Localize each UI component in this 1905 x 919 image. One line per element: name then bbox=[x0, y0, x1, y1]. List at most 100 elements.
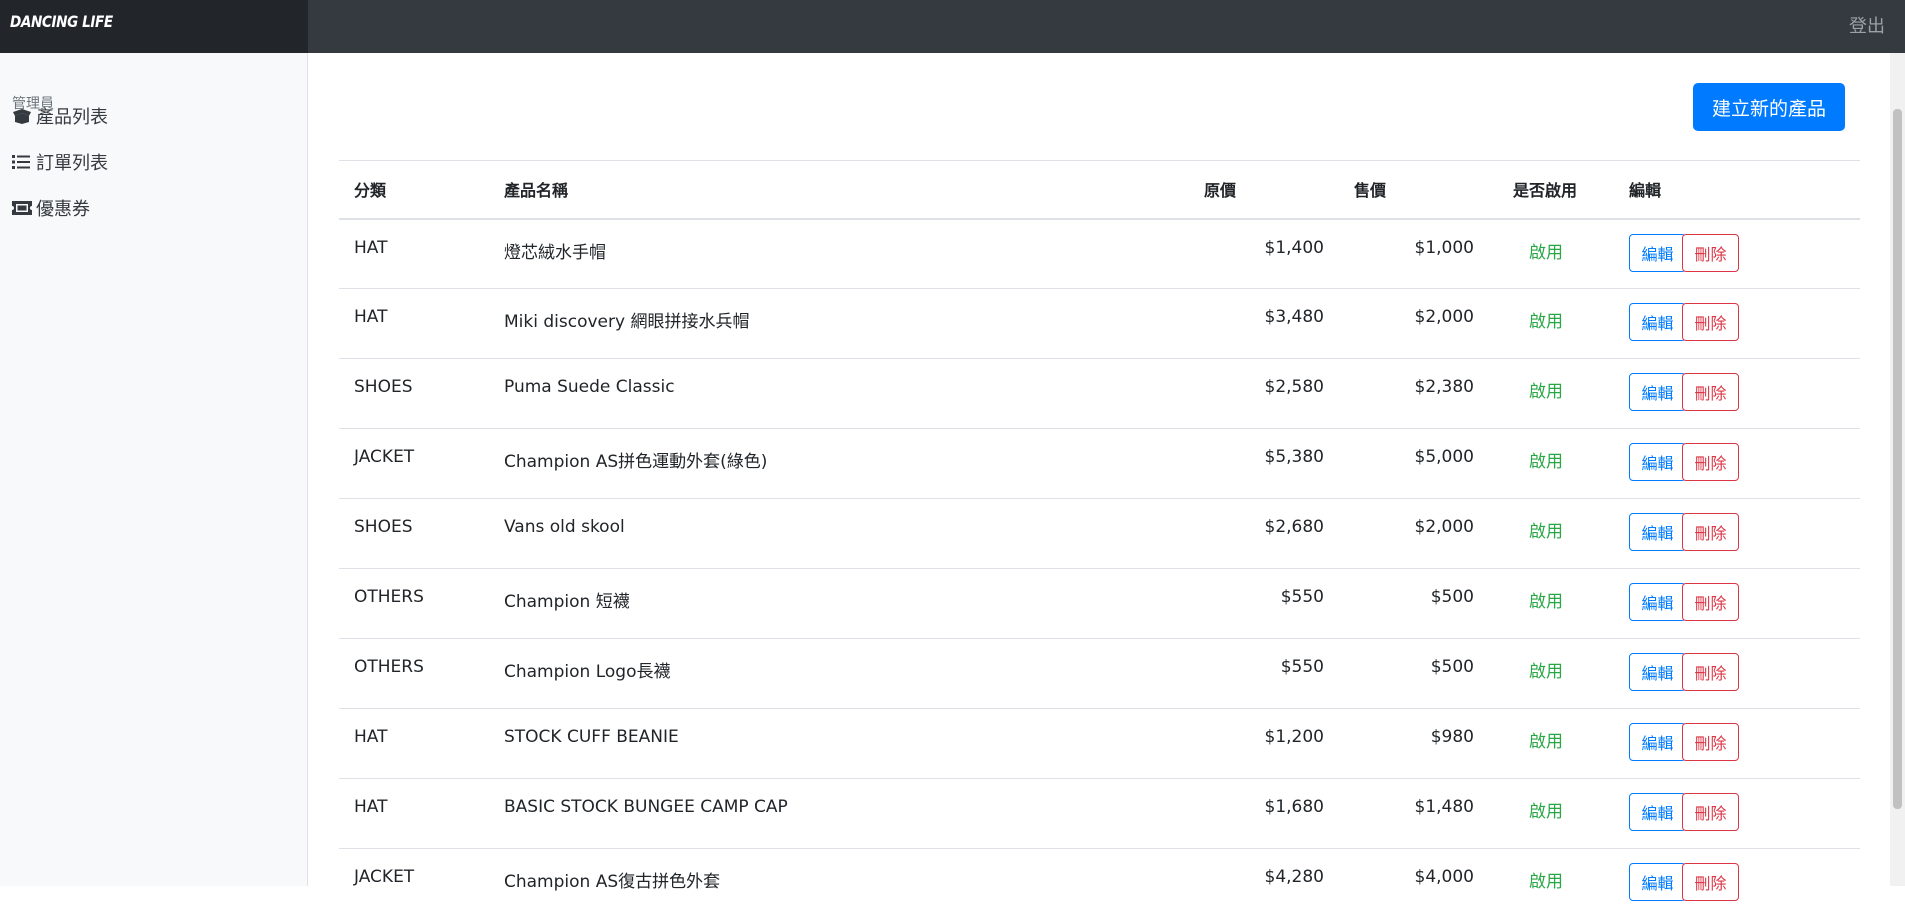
cell-price: $1,000 bbox=[1339, 218, 1489, 289]
table-row: HAT BASIC STOCK BUNGEE CAMP CAP $1,680 $1,4… bbox=[339, 778, 1860, 849]
table-row: OTHERS Champion 短襪 $550 $500 啟用 編輯 刪除 bbox=[339, 568, 1860, 639]
cell-product-name: Champion AS拼色運動外套(綠色) bbox=[489, 428, 1189, 499]
edit-button[interactable]: 編輯 bbox=[1629, 653, 1686, 691]
cell-category: HAT bbox=[339, 288, 489, 359]
sidebar-item-label: 產品列表 bbox=[36, 107, 108, 128]
scrollbar[interactable] bbox=[1890, 53, 1905, 886]
cell-price: $500 bbox=[1339, 568, 1489, 639]
cell-price: $5,000 bbox=[1339, 428, 1489, 499]
cell-actions: 編輯 刪除 bbox=[1614, 498, 1860, 569]
delete-button[interactable]: 刪除 bbox=[1682, 653, 1739, 691]
table-row: HAT 燈芯絨水手帽 $1,400 $1,000 啟用 編輯 刪除 bbox=[339, 218, 1860, 289]
delete-button[interactable]: 刪除 bbox=[1682, 513, 1739, 551]
edit-button[interactable]: 編輯 bbox=[1629, 443, 1686, 481]
scrollbar-thumb[interactable] bbox=[1893, 109, 1902, 809]
cell-status: 啟用 bbox=[1489, 638, 1614, 709]
cell-actions: 編輯 刪除 bbox=[1614, 358, 1860, 429]
delete-button[interactable]: 刪除 bbox=[1682, 583, 1739, 621]
create-product-button[interactable]: 建立新的產品 bbox=[1693, 83, 1845, 131]
cell-price: $4,000 bbox=[1339, 848, 1489, 919]
cell-actions: 編輯 刪除 bbox=[1614, 778, 1860, 849]
table-row: SHOES Puma Suede Classic $2,580 $2,380 啟用 編輯刪… bbox=[339, 358, 1860, 429]
products-table: 分類 產品名稱 原價 售價 是否啟用 編輯 HAT 燈芯絨水手帽 $1,400 $1,… bbox=[339, 160, 1860, 919]
cell-actions: 編輯 刪除 bbox=[1614, 638, 1860, 709]
cell-category: HAT bbox=[339, 778, 489, 849]
cell-origin-price: $550 bbox=[1189, 568, 1339, 639]
cell-price: $1,480 bbox=[1339, 778, 1489, 849]
edit-button[interactable]: 編輯 bbox=[1629, 583, 1686, 621]
cell-category: JACKET bbox=[339, 848, 489, 919]
sidebar-item-label: 優惠券 bbox=[36, 199, 90, 220]
column-header-name: 產品名稱 bbox=[489, 160, 1189, 220]
delete-button[interactable]: 刪除 bbox=[1682, 793, 1739, 831]
navbar-main: 登出 bbox=[308, 0, 1905, 53]
table-row: JACKET Champion AS拼色運動外套(綠色) $5,380 $5,000 啟… bbox=[339, 428, 1860, 499]
cell-category: HAT bbox=[339, 218, 489, 289]
cell-status: 啟用 bbox=[1489, 568, 1614, 639]
sidebar-item-label: 訂單列表 bbox=[36, 153, 108, 174]
cell-actions: 編輯 刪除 bbox=[1614, 848, 1860, 919]
edit-button[interactable]: 編輯 bbox=[1629, 723, 1686, 761]
cell-status: 啟用 bbox=[1489, 778, 1614, 849]
cell-status: 啟用 bbox=[1489, 498, 1614, 569]
edit-button[interactable]: 編輯 bbox=[1629, 863, 1686, 901]
cell-product-name: STOCK CUFF BEANIE bbox=[489, 708, 1189, 779]
cell-origin-price: $2,580 bbox=[1189, 358, 1339, 429]
cell-actions: 編輯 刪除 bbox=[1614, 218, 1860, 289]
edit-button[interactable]: 編輯 bbox=[1629, 793, 1686, 831]
cell-status: 啟用 bbox=[1489, 288, 1614, 359]
cell-product-name: Puma Suede Classic bbox=[489, 358, 1189, 429]
edit-button[interactable]: 編輯 bbox=[1629, 513, 1686, 551]
cell-product-name: Champion AS復古拼色外套 bbox=[489, 848, 1189, 919]
cell-actions: 編輯 刪除 bbox=[1614, 708, 1860, 779]
main-content: 建立新的產品 分類 產品名稱 原價 售價 是否啟用 編輯 HAT 燈芯絨水手帽 $1… bbox=[309, 53, 1890, 919]
edit-button[interactable]: 編輯 bbox=[1629, 233, 1686, 272]
sidebar-item-coupons[interactable]: 優惠券 bbox=[12, 195, 90, 221]
delete-button[interactable]: 刪除 bbox=[1682, 233, 1739, 272]
table-row: OTHERS Champion Logo長襪 $550 $500 啟用 編輯 刪除 bbox=[339, 638, 1860, 709]
cell-product-name: Miki discovery 網眼拼接水兵帽 bbox=[489, 288, 1189, 359]
logout-link[interactable]: 登出 bbox=[1849, 12, 1885, 38]
cell-product-name: BASIC STOCK BUNGEE CAMP CAP bbox=[489, 778, 1189, 849]
cell-status: 啟用 bbox=[1489, 848, 1614, 919]
edit-button[interactable]: 編輯 bbox=[1629, 303, 1686, 341]
table-header-row: 分類 產品名稱 原價 售價 是否啟用 編輯 bbox=[339, 160, 1860, 220]
brand-logo[interactable]: DANCING LIFE bbox=[10, 12, 113, 31]
cell-price: $2,380 bbox=[1339, 358, 1489, 429]
cell-category: OTHERS bbox=[339, 568, 489, 639]
table-row: HAT STOCK CUFF BEANIE $1,200 $980 啟用 編輯 刪除 bbox=[339, 708, 1860, 779]
delete-button[interactable]: 刪除 bbox=[1682, 863, 1739, 901]
cell-status: 啟用 bbox=[1489, 358, 1614, 429]
delete-button[interactable]: 刪除 bbox=[1682, 373, 1739, 411]
cell-actions: 編輯 刪除 bbox=[1614, 288, 1860, 359]
sidebar-item-products[interactable]: 產品列表 bbox=[12, 103, 108, 129]
sidebar-item-orders[interactable]: 訂單列表 bbox=[12, 149, 108, 175]
cell-actions: 編輯 刪除 bbox=[1614, 428, 1860, 499]
cell-product-name: 燈芯絨水手帽 bbox=[489, 218, 1189, 289]
cell-price: $2,000 bbox=[1339, 498, 1489, 569]
cell-price: $2,000 bbox=[1339, 288, 1489, 359]
cell-product-name: Vans old skool bbox=[489, 498, 1189, 569]
cell-origin-price: $2,680 bbox=[1189, 498, 1339, 569]
cell-category: OTHERS bbox=[339, 638, 489, 709]
cell-origin-price: $1,680 bbox=[1189, 778, 1339, 849]
sidebar: 管理員 產品列表 訂單列表 優惠券 bbox=[0, 53, 308, 886]
cell-status: 啟用 bbox=[1489, 218, 1614, 289]
top-navbar: DANCING LIFE 登出 bbox=[0, 0, 1905, 53]
column-header-category: 分類 bbox=[339, 160, 489, 220]
cell-price: $500 bbox=[1339, 638, 1489, 709]
brand-area: DANCING LIFE bbox=[0, 0, 308, 53]
table-row: JACKET Champion AS復古拼色外套 $4,280 $4,000 啟用 編輯刪… bbox=[339, 848, 1860, 919]
column-header-status: 是否啟用 bbox=[1489, 160, 1614, 220]
cell-origin-price: $3,480 bbox=[1189, 288, 1339, 359]
cell-category: SHOES bbox=[339, 498, 489, 569]
table-row: SHOES Vans old skool $2,680 $2,000 啟用 編輯 刪除 bbox=[339, 498, 1860, 569]
delete-button[interactable]: 刪除 bbox=[1682, 443, 1739, 481]
cell-price: $980 bbox=[1339, 708, 1489, 779]
cell-origin-price: $550 bbox=[1189, 638, 1339, 709]
delete-button[interactable]: 刪除 bbox=[1682, 723, 1739, 761]
delete-button[interactable]: 刪除 bbox=[1682, 303, 1739, 341]
cell-status: 啟用 bbox=[1489, 428, 1614, 499]
edit-button[interactable]: 編輯 bbox=[1629, 373, 1686, 411]
cell-origin-price: $4,280 bbox=[1189, 848, 1339, 919]
